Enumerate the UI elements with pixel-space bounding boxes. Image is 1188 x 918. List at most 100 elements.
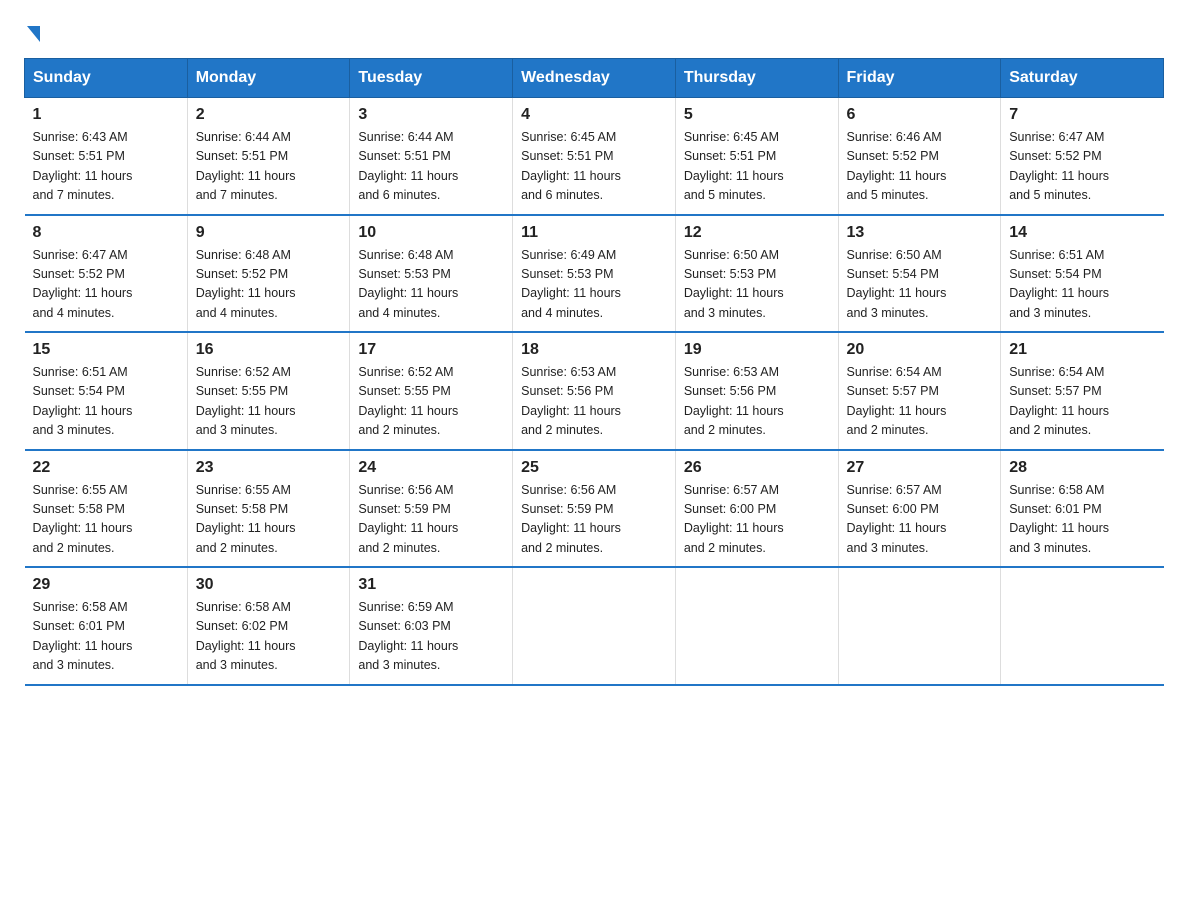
daylight-label: Daylight: 11 hours: [684, 521, 784, 535]
day-number: 29: [33, 576, 179, 594]
day-info: Sunrise: 6:54 AM Sunset: 5:57 PM Dayligh…: [847, 363, 993, 441]
daylight-label: Daylight: 11 hours: [847, 521, 947, 535]
day-info: Sunrise: 6:58 AM Sunset: 6:02 PM Dayligh…: [196, 598, 342, 676]
sunrise-label: Sunrise: 6:56 AM: [521, 483, 616, 497]
sunset-label: Sunset: 5:55 PM: [196, 384, 288, 398]
daylight-minutes: and 4 minutes.: [358, 306, 440, 320]
day-info: Sunrise: 6:55 AM Sunset: 5:58 PM Dayligh…: [196, 481, 342, 559]
day-info: Sunrise: 6:44 AM Sunset: 5:51 PM Dayligh…: [358, 128, 504, 206]
sunrise-label: Sunrise: 6:43 AM: [33, 130, 128, 144]
daylight-label: Daylight: 11 hours: [1009, 521, 1109, 535]
daylight-minutes: and 3 minutes.: [196, 423, 278, 437]
day-cell: 31 Sunrise: 6:59 AM Sunset: 6:03 PM Dayl…: [350, 567, 513, 685]
daylight-minutes: and 7 minutes.: [196, 188, 278, 202]
day-cell: [513, 567, 676, 685]
sunrise-label: Sunrise: 6:52 AM: [196, 365, 291, 379]
day-number: 20: [847, 341, 993, 359]
day-info: Sunrise: 6:53 AM Sunset: 5:56 PM Dayligh…: [684, 363, 830, 441]
day-number: 11: [521, 224, 667, 242]
daylight-label: Daylight: 11 hours: [521, 404, 621, 418]
sunset-label: Sunset: 5:51 PM: [521, 149, 613, 163]
day-cell: 5 Sunrise: 6:45 AM Sunset: 5:51 PM Dayli…: [675, 98, 838, 215]
day-cell: 11 Sunrise: 6:49 AM Sunset: 5:53 PM Dayl…: [513, 215, 676, 333]
day-number: 24: [358, 459, 504, 477]
day-cell: 1 Sunrise: 6:43 AM Sunset: 5:51 PM Dayli…: [25, 98, 188, 215]
day-cell: 20 Sunrise: 6:54 AM Sunset: 5:57 PM Dayl…: [838, 332, 1001, 450]
day-info: Sunrise: 6:46 AM Sunset: 5:52 PM Dayligh…: [847, 128, 993, 206]
daylight-minutes: and 6 minutes.: [521, 188, 603, 202]
daylight-label: Daylight: 11 hours: [847, 169, 947, 183]
sunrise-label: Sunrise: 6:50 AM: [684, 248, 779, 262]
sunset-label: Sunset: 5:58 PM: [196, 502, 288, 516]
day-number: 8: [33, 224, 179, 242]
day-cell: [675, 567, 838, 685]
daylight-label: Daylight: 11 hours: [847, 286, 947, 300]
day-cell: 16 Sunrise: 6:52 AM Sunset: 5:55 PM Dayl…: [187, 332, 350, 450]
day-number: 5: [684, 106, 830, 124]
sunset-label: Sunset: 5:57 PM: [1009, 384, 1101, 398]
day-cell: 12 Sunrise: 6:50 AM Sunset: 5:53 PM Dayl…: [675, 215, 838, 333]
day-cell: 26 Sunrise: 6:57 AM Sunset: 6:00 PM Dayl…: [675, 450, 838, 568]
header-tuesday: Tuesday: [350, 59, 513, 98]
sunset-label: Sunset: 6:00 PM: [684, 502, 776, 516]
daylight-minutes: and 4 minutes.: [33, 306, 115, 320]
daylight-minutes: and 3 minutes.: [196, 658, 278, 672]
day-number: 12: [684, 224, 830, 242]
sunrise-label: Sunrise: 6:55 AM: [196, 483, 291, 497]
day-cell: 7 Sunrise: 6:47 AM Sunset: 5:52 PM Dayli…: [1001, 98, 1164, 215]
logo: [24, 24, 40, 40]
daylight-minutes: and 6 minutes.: [358, 188, 440, 202]
day-number: 14: [1009, 224, 1155, 242]
day-number: 15: [33, 341, 179, 359]
day-number: 30: [196, 576, 342, 594]
sunset-label: Sunset: 5:52 PM: [847, 149, 939, 163]
day-cell: 17 Sunrise: 6:52 AM Sunset: 5:55 PM Dayl…: [350, 332, 513, 450]
daylight-label: Daylight: 11 hours: [196, 286, 296, 300]
day-number: 26: [684, 459, 830, 477]
sunset-label: Sunset: 6:01 PM: [33, 619, 125, 633]
daylight-minutes: and 3 minutes.: [1009, 541, 1091, 555]
day-number: 25: [521, 459, 667, 477]
day-number: 7: [1009, 106, 1155, 124]
daylight-minutes: and 3 minutes.: [1009, 306, 1091, 320]
day-number: 18: [521, 341, 667, 359]
day-cell: 2 Sunrise: 6:44 AM Sunset: 5:51 PM Dayli…: [187, 98, 350, 215]
day-cell: 4 Sunrise: 6:45 AM Sunset: 5:51 PM Dayli…: [513, 98, 676, 215]
day-info: Sunrise: 6:52 AM Sunset: 5:55 PM Dayligh…: [358, 363, 504, 441]
daylight-label: Daylight: 11 hours: [521, 521, 621, 535]
daylight-label: Daylight: 11 hours: [33, 521, 133, 535]
day-info: Sunrise: 6:56 AM Sunset: 5:59 PM Dayligh…: [358, 481, 504, 559]
day-cell: 3 Sunrise: 6:44 AM Sunset: 5:51 PM Dayli…: [350, 98, 513, 215]
daylight-label: Daylight: 11 hours: [684, 404, 784, 418]
header-row: SundayMondayTuesdayWednesdayThursdayFrid…: [25, 59, 1164, 98]
daylight-minutes: and 3 minutes.: [33, 423, 115, 437]
daylight-minutes: and 3 minutes.: [847, 306, 929, 320]
day-cell: 22 Sunrise: 6:55 AM Sunset: 5:58 PM Dayl…: [25, 450, 188, 568]
sunrise-label: Sunrise: 6:58 AM: [196, 600, 291, 614]
daylight-label: Daylight: 11 hours: [33, 286, 133, 300]
week-row-5: 29 Sunrise: 6:58 AM Sunset: 6:01 PM Dayl…: [25, 567, 1164, 685]
sunrise-label: Sunrise: 6:53 AM: [684, 365, 779, 379]
daylight-label: Daylight: 11 hours: [358, 521, 458, 535]
daylight-minutes: and 3 minutes.: [684, 306, 766, 320]
sunset-label: Sunset: 5:52 PM: [33, 267, 125, 281]
daylight-minutes: and 5 minutes.: [684, 188, 766, 202]
sunset-label: Sunset: 5:55 PM: [358, 384, 450, 398]
sunrise-label: Sunrise: 6:44 AM: [196, 130, 291, 144]
daylight-minutes: and 3 minutes.: [358, 658, 440, 672]
day-info: Sunrise: 6:58 AM Sunset: 6:01 PM Dayligh…: [33, 598, 179, 676]
day-number: 10: [358, 224, 504, 242]
daylight-minutes: and 2 minutes.: [847, 423, 929, 437]
sunrise-label: Sunrise: 6:47 AM: [1009, 130, 1104, 144]
day-info: Sunrise: 6:45 AM Sunset: 5:51 PM Dayligh…: [521, 128, 667, 206]
day-info: Sunrise: 6:45 AM Sunset: 5:51 PM Dayligh…: [684, 128, 830, 206]
daylight-label: Daylight: 11 hours: [33, 404, 133, 418]
day-number: 27: [847, 459, 993, 477]
sunset-label: Sunset: 5:51 PM: [33, 149, 125, 163]
day-number: 17: [358, 341, 504, 359]
day-number: 4: [521, 106, 667, 124]
day-cell: 29 Sunrise: 6:58 AM Sunset: 6:01 PM Dayl…: [25, 567, 188, 685]
daylight-label: Daylight: 11 hours: [196, 169, 296, 183]
day-cell: 8 Sunrise: 6:47 AM Sunset: 5:52 PM Dayli…: [25, 215, 188, 333]
day-info: Sunrise: 6:55 AM Sunset: 5:58 PM Dayligh…: [33, 481, 179, 559]
